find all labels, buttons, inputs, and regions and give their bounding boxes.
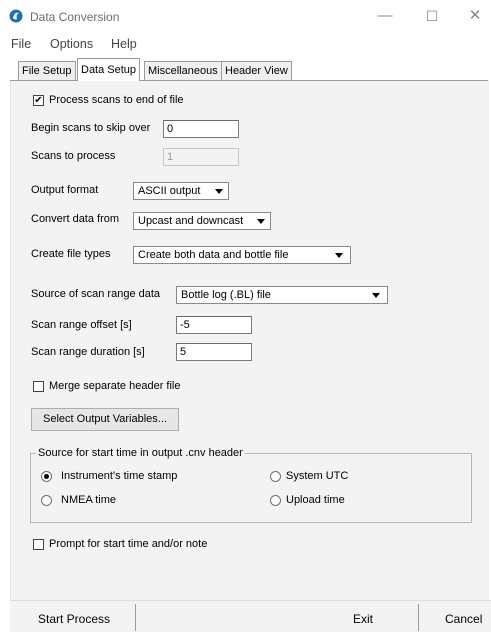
start-process-button[interactable]: Start Process xyxy=(38,612,110,626)
file-types-label: Create file types xyxy=(31,248,111,260)
radio-nmea-time-label: NMEA time xyxy=(61,494,117,506)
footer-separator xyxy=(135,604,136,631)
menu-help[interactable]: Help xyxy=(111,37,137,51)
cancel-button[interactable]: Cancel xyxy=(445,612,482,626)
scan-range-duration-input[interactable]: 5 xyxy=(176,343,252,361)
check-icon: ✔ xyxy=(34,95,43,106)
close-button[interactable]: ✕ xyxy=(460,6,490,26)
start-time-group-title: Source for start time in output .cnv hea… xyxy=(36,447,245,459)
radio-system-utc[interactable] xyxy=(270,471,281,482)
maximize-button[interactable]: ☐ xyxy=(417,6,447,26)
chevron-down-icon xyxy=(257,219,265,224)
scans-to-process-input: 1 xyxy=(163,148,239,166)
scan-range-offset-input[interactable]: -5 xyxy=(176,316,252,334)
radio-instrument-time[interactable] xyxy=(41,471,52,482)
window-title: Data Conversion xyxy=(30,10,120,24)
prompt-start-time-checkbox[interactable] xyxy=(33,539,44,550)
radio-upload-time[interactable] xyxy=(270,495,281,506)
chevron-down-icon xyxy=(372,293,380,298)
scan-range-source-value: Bottle log (.BL) file xyxy=(181,289,271,301)
select-output-variables-button[interactable]: Select Output Variables... xyxy=(31,408,179,431)
menu-options[interactable]: Options xyxy=(50,37,93,51)
convert-from-label: Convert data from xyxy=(31,213,120,225)
scan-range-offset-label: Scan range offset [s] xyxy=(31,319,132,331)
menu-file[interactable]: File xyxy=(11,37,31,51)
file-types-value: Create both data and bottle file xyxy=(138,249,289,261)
tab-data-setup[interactable]: Data Setup xyxy=(77,58,141,81)
app-icon xyxy=(9,9,23,23)
start-time-group xyxy=(30,453,472,523)
convert-from-select[interactable]: Upcast and downcast xyxy=(133,212,271,230)
output-format-label: Output format xyxy=(31,184,99,196)
radio-nmea-time[interactable] xyxy=(41,495,52,506)
scan-range-duration-label: Scan range duration [s] xyxy=(31,346,145,358)
scan-range-source-select[interactable]: Bottle log (.BL) file xyxy=(176,286,388,304)
convert-from-value: Upcast and downcast xyxy=(138,215,244,227)
process-eof-checkbox[interactable]: ✔ xyxy=(33,95,44,106)
chevron-down-icon xyxy=(215,189,223,194)
output-format-value: ASCII output xyxy=(138,185,201,197)
exit-button[interactable]: Exit xyxy=(353,612,373,626)
radio-upload-time-label: Upload time xyxy=(286,494,345,506)
radio-system-utc-label: System UTC xyxy=(286,470,349,482)
output-format-select[interactable]: ASCII output xyxy=(133,182,229,200)
prompt-start-time-label: Prompt for start time and/or note xyxy=(49,538,208,550)
chevron-down-icon xyxy=(335,253,343,258)
radio-instrument-time-label: Instrument's time stamp xyxy=(61,470,178,482)
scans-to-process-label: Scans to process xyxy=(31,150,116,162)
merge-header-label: Merge separate header file xyxy=(49,380,181,392)
radio-selected-dot xyxy=(44,474,49,479)
tab-miscellaneous[interactable]: Miscellaneous xyxy=(144,61,222,80)
tab-file-setup[interactable]: File Setup xyxy=(18,61,76,80)
scan-range-source-label: Source of scan range data xyxy=(31,288,161,300)
begin-skip-label: Begin scans to skip over xyxy=(31,122,151,134)
tab-header-view[interactable]: Header View xyxy=(221,61,292,80)
file-types-select[interactable]: Create both data and bottle file xyxy=(133,246,351,264)
footer-separator xyxy=(418,604,419,631)
process-eof-label: Process scans to end of file xyxy=(49,94,184,106)
minimize-button[interactable]: — xyxy=(370,6,400,26)
merge-header-checkbox[interactable] xyxy=(33,381,44,392)
begin-skip-input[interactable]: 0 xyxy=(163,120,239,138)
